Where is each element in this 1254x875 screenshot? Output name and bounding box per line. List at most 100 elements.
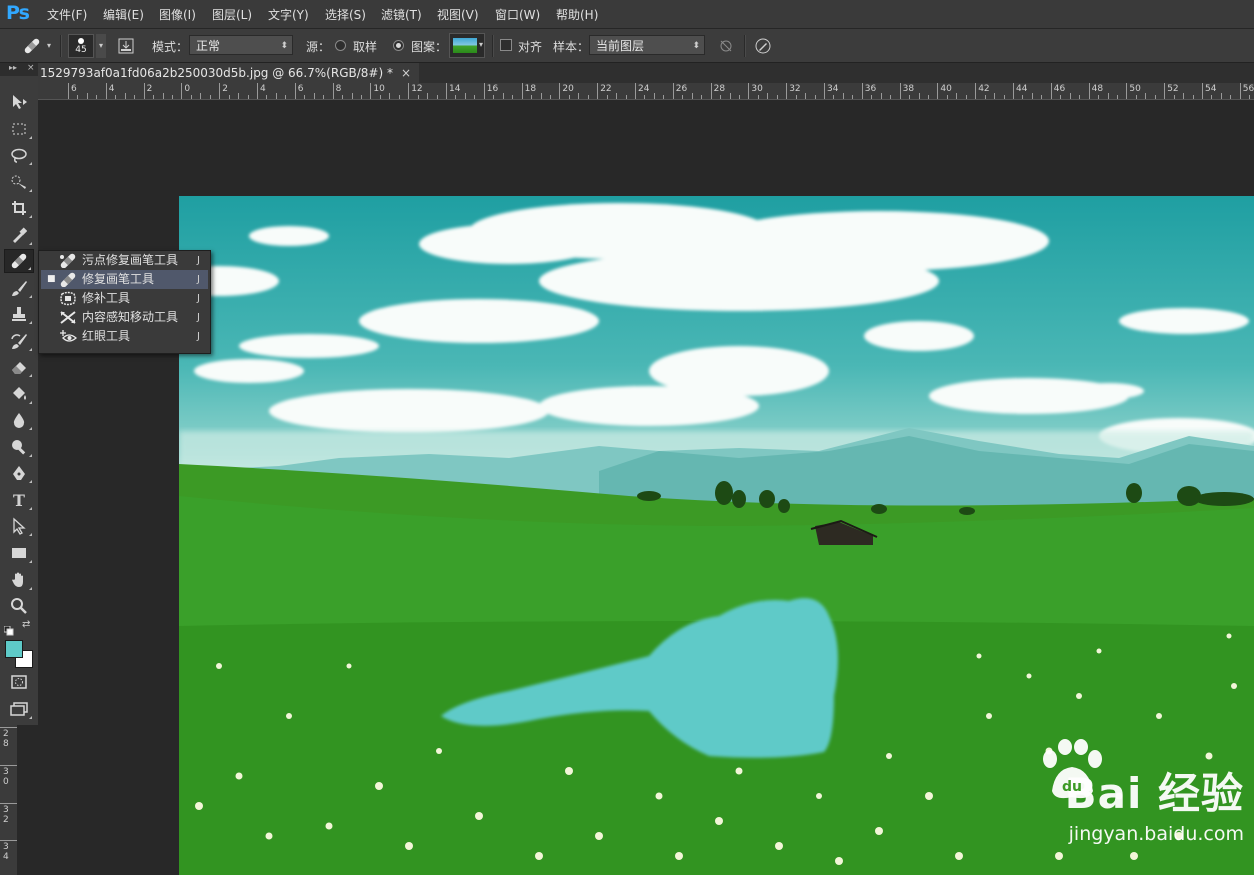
quick-selection-tool[interactable] — [4, 170, 34, 194]
brush-picker[interactable]: 45 — [68, 34, 94, 58]
ruler-minor-tick — [247, 95, 249, 99]
swap-colors-icon[interactable]: ⇄ — [22, 619, 30, 630]
hand-tool[interactable] — [4, 568, 34, 592]
ruler-minor-tick — [275, 93, 277, 99]
close-icon[interactable]: × — [27, 63, 35, 73]
mode-select[interactable]: 正常 ⬍ — [189, 35, 293, 55]
screen-mode-button[interactable] — [4, 697, 34, 721]
selected-bullet-icon: ■ — [47, 274, 56, 284]
clone-stamp-tool[interactable] — [4, 302, 34, 326]
ruler-minor-tick — [1031, 93, 1033, 99]
dodge-tool[interactable] — [4, 435, 34, 459]
ruler-minor-tick — [474, 95, 476, 99]
healing-tools-flyout: 污点修复画笔工具 J ■ 修复画笔工具 J 修补工具 J 内容感知移动工具 J … — [38, 250, 211, 354]
flyout-shortcut: J — [197, 293, 200, 304]
ruler-minor-tick — [115, 95, 117, 99]
document-tab[interactable]: 1529793af0a1fd06a2b250030d5b.jpg @ 66.7%… — [38, 63, 420, 83]
collapse-icon[interactable]: ▸▸ — [9, 63, 17, 72]
updown-arrow-icon: ⬍ — [280, 41, 288, 51]
toolbox-header[interactable]: ▸▸ × — [0, 63, 38, 76]
ruler-tick — [332, 83, 334, 99]
flyout-item-content-aware-move[interactable]: 内容感知移动工具 J — [41, 308, 208, 327]
menu-help[interactable]: 帮助(H) — [556, 6, 598, 23]
document-title: 1529793af0a1fd06a2b250030d5b.jpg @ 66.7%… — [40, 66, 393, 80]
ruler-minor-tick — [1230, 95, 1232, 99]
menu-layer[interactable]: 图层(L) — [212, 6, 252, 23]
flyout-item-patch[interactable]: 修补工具 J — [41, 289, 208, 308]
zoom-tool[interactable] — [4, 594, 34, 618]
menu-view[interactable]: 视图(V) — [437, 6, 479, 23]
path-selection-tool[interactable] — [4, 514, 34, 538]
ruler-minor-tick — [965, 95, 967, 99]
ruler-tick — [0, 802, 17, 804]
menu-select[interactable]: 选择(S) — [325, 6, 366, 23]
brush-tool[interactable] — [4, 276, 34, 300]
ruler-minor-tick — [86, 93, 88, 99]
close-tab-icon[interactable]: × — [401, 66, 411, 80]
paint-bucket-tool[interactable] — [4, 382, 34, 406]
ruler-label: 2 8 — [3, 729, 9, 749]
flyout-shortcut: J — [197, 274, 200, 285]
menu-edit[interactable]: 编辑(E) — [103, 6, 144, 23]
flyout-item-spot-healing[interactable]: 污点修复画笔工具 J — [41, 251, 208, 270]
brush-panel-button[interactable] — [116, 36, 136, 56]
rectangle-tool[interactable] — [4, 541, 34, 565]
menu-image[interactable]: 图像(I) — [159, 6, 196, 23]
quick-mask-button[interactable] — [4, 670, 34, 694]
flyout-item-red-eye[interactable]: 红眼工具 J — [41, 327, 208, 346]
red-eye-icon — [59, 329, 77, 344]
ruler-minor-tick — [918, 93, 920, 99]
ruler-minor-tick — [1145, 93, 1147, 99]
aligned-checkbox[interactable] — [500, 39, 512, 51]
ruler-minor-tick — [1107, 93, 1109, 99]
pressure-size-button[interactable] — [752, 35, 774, 57]
ruler-minor-tick — [994, 93, 996, 99]
eyedropper-tool[interactable] — [4, 223, 34, 247]
ruler-tick — [937, 83, 939, 99]
marquee-tool[interactable] — [4, 117, 34, 141]
document-image[interactable]: Bai 经验 jingyan.baidu.com du — [179, 196, 1254, 875]
lasso-tool[interactable] — [4, 143, 34, 167]
ruler-minor-tick — [1220, 93, 1222, 99]
ruler-minor-tick — [209, 95, 211, 99]
source-pattern-radio[interactable] — [393, 40, 404, 51]
ruler-minor-tick — [313, 93, 315, 99]
menu-type[interactable]: 文字(Y) — [268, 6, 309, 23]
move-tool[interactable] — [4, 90, 34, 114]
pattern-thumbnail — [453, 38, 477, 53]
crop-tool[interactable] — [4, 196, 34, 220]
ruler-tick — [824, 83, 825, 99]
pen-tool[interactable] — [4, 461, 34, 485]
menu-filter[interactable]: 滤镜(T) — [381, 6, 422, 23]
ruler-tick — [408, 83, 410, 99]
ignore-adjustment-layers-button[interactable] — [716, 36, 736, 56]
brush-dropdown-arrow[interactable]: ▾ — [96, 34, 106, 58]
pattern-picker[interactable]: ▾ — [449, 33, 485, 58]
ruler-minor-tick — [616, 93, 618, 99]
type-tool[interactable]: T — [4, 488, 34, 512]
bandage-icon — [11, 253, 27, 269]
toolbox: ▸▸ × T ⇄ — [0, 63, 39, 725]
sample-select[interactable]: 当前图层 ⬍ — [589, 35, 705, 55]
source-sampled-radio[interactable] — [335, 40, 346, 51]
flyout-item-healing-brush[interactable]: ■ 修复画笔工具 J — [41, 270, 208, 289]
foreground-color-swatch[interactable] — [5, 640, 23, 658]
menu-file[interactable]: 文件(F) — [47, 6, 87, 23]
flyout-label: 红眼工具 — [82, 329, 131, 343]
healing-brush-tool[interactable] — [4, 249, 34, 273]
ruler-label: 24 — [638, 84, 650, 94]
tool-preset-picker[interactable] — [20, 36, 44, 56]
default-colors-button[interactable] — [3, 621, 14, 636]
ruler-minor-tick — [96, 95, 98, 99]
chevron-down-icon: ▾ — [478, 40, 483, 49]
screen-mode-icon — [10, 702, 28, 716]
ruler-minor-tick — [720, 95, 722, 99]
blur-tool[interactable] — [4, 408, 34, 432]
history-brush-tool[interactable] — [4, 329, 34, 353]
chevron-down-icon[interactable]: ▾ — [47, 41, 51, 50]
menu-window[interactable]: 窗口(W) — [495, 6, 540, 23]
ruler-tick — [257, 83, 258, 99]
ruler-label: 6 — [297, 84, 304, 94]
default-colors-icon — [3, 625, 14, 636]
eraser-tool[interactable] — [4, 355, 34, 379]
